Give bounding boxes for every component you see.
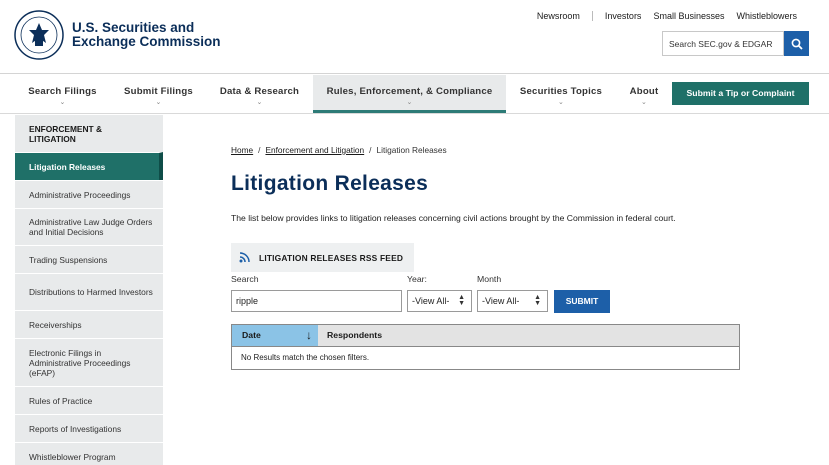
site-search-input[interactable]: Search SEC.gov & EDGAR [662,31,784,56]
brand-line-2: Exchange Commission [72,34,221,49]
page-description: The list below provides links to litigat… [231,213,676,223]
rss-label: LITIGATION RELEASES RSS FEED [259,252,404,263]
page-title: Litigation Releases [231,172,429,195]
select-arrows-icon: ▲ ▼ [458,294,465,307]
breadcrumb-current: Litigation Releases [376,145,447,155]
sidebar-item-administrative-proceedings[interactable]: Administrative Proceedings [15,180,163,208]
chevron-down-icon: ⌄ [640,99,648,106]
sidebar-heading[interactable]: ENFORCEMENT & LITIGATION [15,115,163,152]
link-small-businesses[interactable]: Small Businesses [647,11,730,21]
breadcrumb-separator: / [258,145,261,155]
sidebar-item-efap[interactable]: Electronic Filings in Administrative Pro… [15,338,163,386]
submit-button[interactable]: SUBMIT [554,290,610,313]
search-label: Search [231,274,259,284]
column-label: Date [242,330,261,340]
rss-icon [239,252,250,263]
section-sidebar: ENFORCEMENT & LITIGATION Litigation Rele… [15,115,163,465]
empty-results-row: No Results match the chosen filters. [231,347,740,370]
sidebar-item-receiverships[interactable]: Receiverships [15,310,163,338]
search-button[interactable] [784,31,809,56]
month-select[interactable]: -View All- ▲ ▼ [477,290,548,312]
nav-label: Submit Filings [124,86,193,97]
nav-label: About [629,86,659,97]
chevron-down-icon: ⌄ [406,99,413,106]
sidebar-item-distributions[interactable]: Distributions to Harmed Investors [15,273,163,310]
rss-feed-link[interactable]: LITIGATION RELEASES RSS FEED [231,243,414,272]
breadcrumb-separator: / [369,145,372,155]
utility-links: Newsroom Investors Small Businesses Whis… [531,11,803,21]
column-header-date[interactable]: Date ↓ [232,325,318,346]
nav-submit-filings[interactable]: Submit Filings ⌄ [111,75,206,113]
sidebar-item-whistleblower-program[interactable]: Whistleblower Program [15,442,163,465]
year-select[interactable]: -View All- ▲ ▼ [407,290,472,312]
nav-search-filings[interactable]: Search Filings ⌄ [14,75,111,113]
month-label: Month [477,274,502,284]
nav-label: Securities Topics [519,86,603,97]
search-field[interactable]: ripple [231,290,402,312]
column-header-respondents[interactable]: Respondents [318,325,382,346]
sort-arrow-icon: ↓ [306,328,312,342]
chevron-down-icon: ⌄ [256,99,263,106]
sidebar-item-trading-suspensions[interactable]: Trading Suspensions [15,245,163,273]
sec-seal-logo[interactable] [14,10,64,60]
year-label: Year: [407,274,427,284]
nav-label: Data & Research [219,86,300,97]
select-arrows-icon: ▲ ▼ [534,294,541,307]
brand-name[interactable]: U.S. Securities and Exchange Commission [72,21,221,49]
chevron-down-icon: ⌄ [557,99,565,106]
submit-tip-button[interactable]: Submit a Tip or Complaint [672,82,809,105]
chevron-down-icon: ⌄ [59,99,66,106]
chevron-down-icon: ⌄ [155,99,162,106]
results-table: Date ↓ Respondents No Results match the … [231,324,740,370]
nav-about[interactable]: About ⌄ [618,75,670,113]
search-icon [791,38,803,50]
breadcrumb: Home / Enforcement and Litigation / Litigati… [231,145,447,155]
link-separator [591,11,593,21]
brand-line-1: U.S. Securities and [72,20,195,35]
table-header: Date ↓ Respondents [231,324,740,347]
site-header: U.S. Securities and Exchange Commission … [0,0,829,74]
link-whistleblowers[interactable]: Whistleblowers [730,11,803,21]
sidebar-item-litigation-releases[interactable]: Litigation Releases [15,152,163,180]
link-newsroom[interactable]: Newsroom [531,11,586,21]
year-select-value: -View All- [412,296,450,306]
sidebar-item-reports-of-investigations[interactable]: Reports of Investigations [15,414,163,442]
breadcrumb-home[interactable]: Home [231,145,253,155]
link-investors[interactable]: Investors [599,11,648,21]
main-nav: Search Filings ⌄ Submit Filings ⌄ Data &… [0,75,829,114]
nav-label: Search Filings [28,86,97,97]
sidebar-item-alj-orders[interactable]: Administrative Law Judge Orders and Init… [15,208,163,245]
sidebar-item-rules-of-practice[interactable]: Rules of Practice [15,386,163,414]
nav-rules-enforcement[interactable]: Rules, Enforcement, & Compliance ⌄ [313,75,506,113]
month-select-value: -View All- [482,296,520,306]
nav-data-research[interactable]: Data & Research ⌄ [207,75,312,113]
nav-label: Rules, Enforcement, & Compliance [326,86,493,97]
nav-securities-topics[interactable]: Securities Topics ⌄ [507,75,615,113]
breadcrumb-enforcement[interactable]: Enforcement and Litigation [265,145,364,155]
